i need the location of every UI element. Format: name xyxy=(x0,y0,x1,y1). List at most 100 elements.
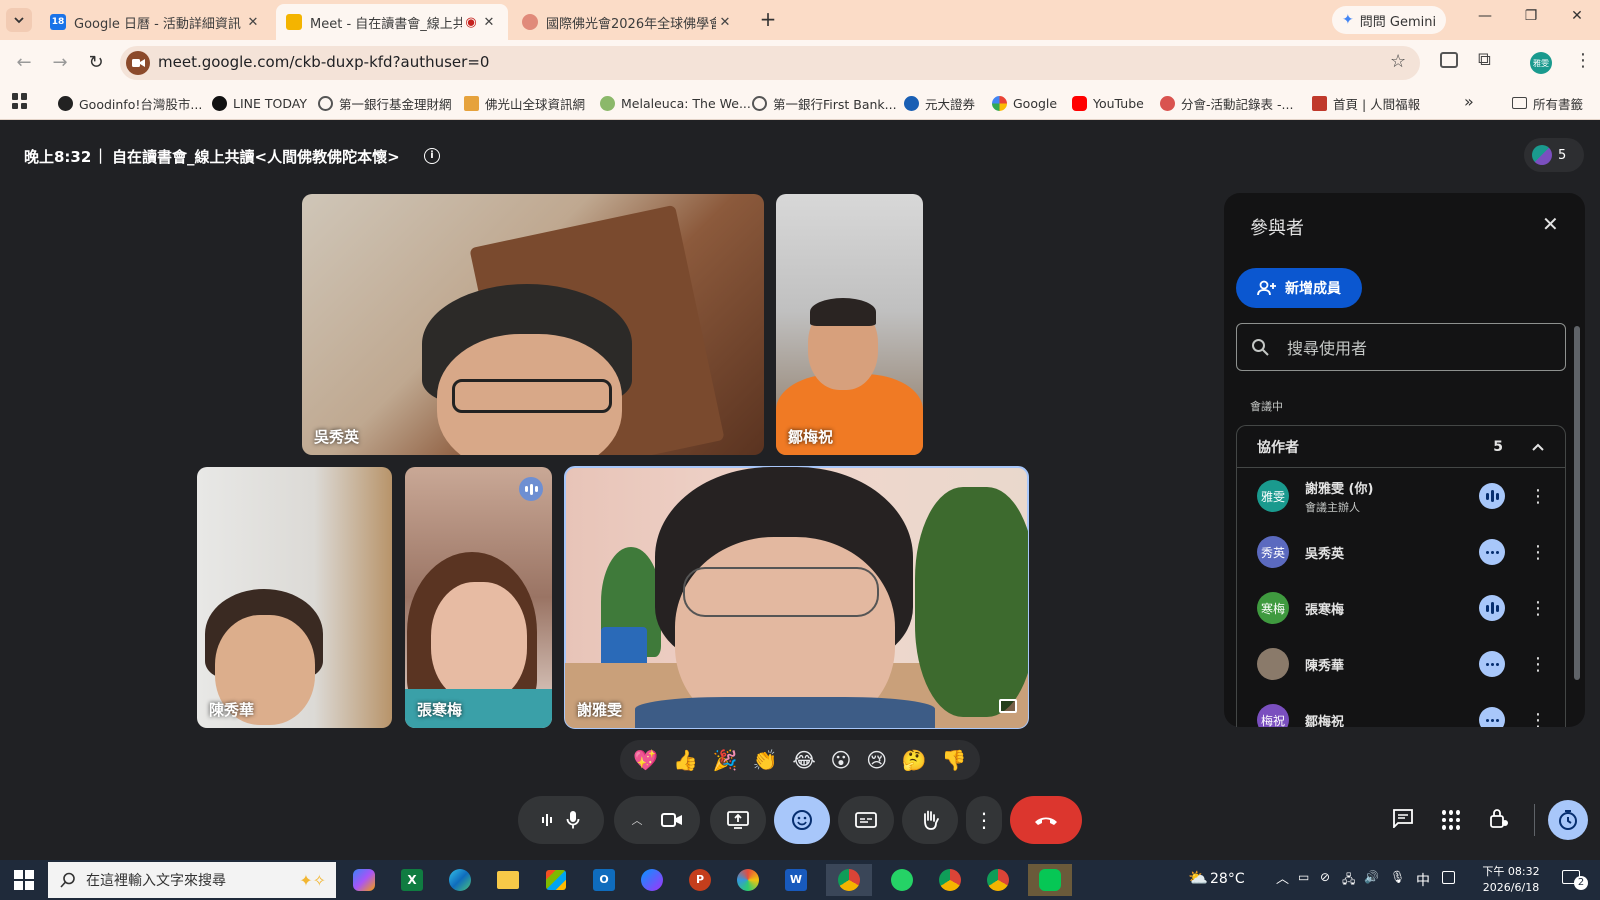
ime-mode-icon[interactable] xyxy=(1442,871,1455,884)
panel-scrollbar[interactable] xyxy=(1574,326,1580,680)
participant-row[interactable]: 梅祝 鄒梅祝 ⋮ xyxy=(1237,692,1565,727)
reaction-thumbs-down[interactable]: 👎 xyxy=(942,748,967,772)
participant-more-icon[interactable]: ⋮ xyxy=(1529,486,1547,507)
whatsapp-app-icon[interactable] xyxy=(884,864,920,896)
reaction-thinking[interactable]: 🤔 xyxy=(902,748,927,772)
reload-button[interactable]: ↻ xyxy=(84,52,108,76)
browser-menu-icon[interactable]: ⋮ xyxy=(1574,50,1592,71)
tab-fgs[interactable]: 國際佛光會2026年全球佛學會考 ✕ xyxy=(512,4,744,40)
bookmark-fgs[interactable]: 佛光山全球資訊網 xyxy=(464,93,585,113)
network-icon[interactable]: 🖧 xyxy=(1342,870,1355,891)
url-text[interactable]: meet.google.com/ckb-duxp-kfd?authuser=0 xyxy=(158,53,489,71)
forward-button[interactable]: → xyxy=(48,52,72,76)
more-options-button[interactable]: ⋮ xyxy=(966,796,1002,844)
camera-icon[interactable] xyxy=(660,812,683,828)
reaction-thumbs-up[interactable]: 👍 xyxy=(673,748,698,772)
line-app-icon[interactable] xyxy=(1028,864,1072,896)
edge-app-icon[interactable] xyxy=(442,864,478,896)
close-icon[interactable]: ✕ xyxy=(244,15,262,30)
notification-center[interactable]: 2 xyxy=(1560,866,1588,892)
all-bookmarks[interactable]: 所有書籤 xyxy=(1512,93,1583,113)
tab-search-button[interactable] xyxy=(6,8,32,32)
bookmark-google[interactable]: Google xyxy=(992,93,1057,113)
participant-row[interactable]: 陳秀華 ⋮ xyxy=(1237,636,1565,692)
meeting-info-icon[interactable]: i xyxy=(424,148,440,164)
video-tile-zhang[interactable]: 張寒梅 xyxy=(405,467,552,728)
tray-overflow-icon[interactable]: ︿ xyxy=(1276,868,1289,887)
participant-row[interactable]: 寒梅 張寒梅 ⋮ xyxy=(1237,580,1565,636)
reaction-sad[interactable]: 😢 xyxy=(866,748,887,772)
chat-button[interactable] xyxy=(1392,808,1416,830)
messenger-app-icon[interactable] xyxy=(634,864,670,896)
bookmark-star-icon[interactable]: ☆ xyxy=(1390,51,1406,72)
weather-icon[interactable]: ⛅ xyxy=(1188,868,1208,887)
excel-app-icon[interactable]: X xyxy=(394,864,430,896)
video-tile-zou[interactable]: 鄒梅祝 xyxy=(776,194,923,455)
bookmark-melaleuca[interactable]: Melaleuca: The We... xyxy=(600,93,751,113)
video-tile-chen[interactable]: 陳秀華 xyxy=(197,467,392,728)
bookmark-merit-times[interactable]: 首頁 | 人間福報 xyxy=(1312,93,1420,113)
taskbar-search-box[interactable]: 在這裡輸入文字來搜尋 ✦✧ xyxy=(48,862,336,898)
bookmark-youtube[interactable]: YouTube xyxy=(1072,93,1144,113)
participant-more-icon[interactable]: ⋮ xyxy=(1529,598,1547,619)
paint-app-icon[interactable] xyxy=(730,864,766,896)
site-camera-icon[interactable] xyxy=(126,51,150,75)
outlook-app-icon[interactable]: O xyxy=(586,864,622,896)
captions-button[interactable] xyxy=(838,796,894,844)
participant-search-input[interactable]: 搜尋使用者 xyxy=(1236,323,1566,371)
store-app-icon[interactable] xyxy=(538,864,574,896)
reaction-laugh[interactable]: 😂 xyxy=(792,748,815,772)
volume-icon[interactable]: 🔊 xyxy=(1364,870,1379,884)
chrome-profile2-app-icon[interactable] xyxy=(980,864,1016,896)
close-icon[interactable]: ✕ xyxy=(480,15,498,30)
add-people-button[interactable]: 新增成員 xyxy=(1236,268,1362,308)
participant-more-icon[interactable]: ⋮ xyxy=(1529,710,1547,728)
present-screen-button[interactable] xyxy=(710,796,766,844)
file-explorer-app-icon[interactable] xyxy=(490,864,526,896)
reaction-clap[interactable]: 👏 xyxy=(753,748,778,772)
reaction-surprised[interactable]: 😮 xyxy=(831,748,852,772)
profile-avatar[interactable]: 雅雯 xyxy=(1530,52,1552,74)
panel-close-icon[interactable]: ✕ xyxy=(1542,212,1559,236)
bookmark-line-today[interactable]: LINE TODAY xyxy=(212,93,307,113)
video-tile-self[interactable]: 謝雅雯 xyxy=(564,466,1029,729)
window-close-button[interactable]: ✕ xyxy=(1562,8,1592,32)
chrome-profile-app-icon[interactable] xyxy=(932,864,968,896)
bookmark-activity-log[interactable]: 分會-活動記錄表 -... xyxy=(1160,93,1293,113)
close-icon[interactable]: ✕ xyxy=(716,15,734,30)
bookmark-firstbank[interactable]: 第一銀行First Bank... xyxy=(752,93,897,113)
back-button[interactable]: ← xyxy=(12,52,36,76)
reaction-party[interactable]: 🎉 xyxy=(713,748,738,772)
activities-button[interactable] xyxy=(1442,810,1462,830)
participant-row[interactable]: 秀英 吳秀英 ⋮ xyxy=(1237,524,1565,580)
bookmark-goodinfo[interactable]: Goodinfo!台灣股市... xyxy=(58,93,202,113)
pip-icon[interactable] xyxy=(999,699,1017,713)
ime-indicator[interactable]: 中 xyxy=(1416,870,1430,890)
raise-hand-button[interactable] xyxy=(902,796,958,844)
copilot-app-icon[interactable] xyxy=(346,864,382,896)
tab-meet[interactable]: Meet - 自在讀書會_線上共讀< ◉ ✕ xyxy=(276,4,508,40)
bookmark-yuanta[interactable]: 元大證券 xyxy=(904,93,975,113)
video-tile-wu[interactable]: 吳秀英 xyxy=(302,194,764,455)
temperature[interactable]: 28°C xyxy=(1210,871,1245,887)
host-controls-button[interactable] xyxy=(1488,806,1510,830)
new-tab-button[interactable]: + xyxy=(756,8,780,32)
cast-icon[interactable] xyxy=(1440,52,1458,68)
word-app-icon[interactable]: W xyxy=(778,864,814,896)
participant-row[interactable]: 雅雯 謝雅雯 (你) 會議主辦人 ⋮ xyxy=(1237,468,1565,524)
bookmarks-overflow-icon[interactable]: » xyxy=(1464,92,1474,111)
start-button[interactable] xyxy=(14,870,34,890)
participant-count-chip[interactable]: 5 xyxy=(1524,138,1584,172)
microphone-icon[interactable] xyxy=(566,810,580,830)
participant-more-icon[interactable]: ⋮ xyxy=(1529,542,1547,563)
gemini-button[interactable]: ✦ 問問 Gemini xyxy=(1332,6,1446,34)
clock[interactable]: 下午 08:32 2026/6/18 xyxy=(1468,864,1554,896)
apps-grid-icon[interactable] xyxy=(12,93,28,109)
reactions-button[interactable] xyxy=(774,796,830,844)
chrome-app-icon[interactable] xyxy=(826,864,872,896)
meeting-timer-button[interactable] xyxy=(1548,800,1588,840)
bookmark-firstbank-fund[interactable]: 第一銀行基金理財網 xyxy=(318,93,452,113)
window-minimize-button[interactable]: — xyxy=(1470,8,1500,32)
window-restore-button[interactable]: ❐ xyxy=(1516,8,1546,32)
leave-call-button[interactable] xyxy=(1010,796,1082,844)
